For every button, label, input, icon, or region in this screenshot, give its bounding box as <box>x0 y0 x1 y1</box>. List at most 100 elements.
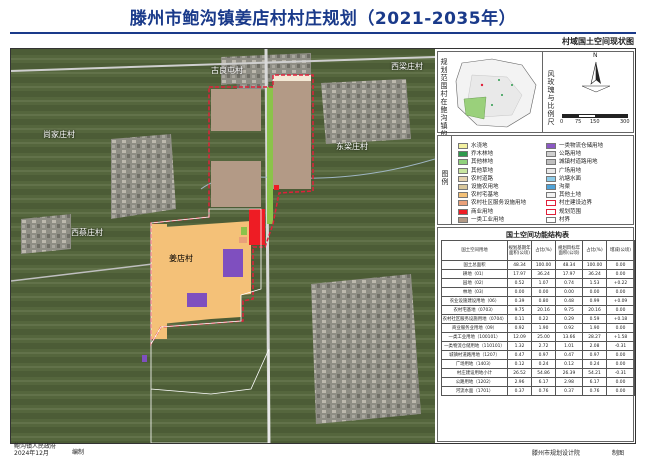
table-cell: 农业设施建设用地（06） <box>441 296 508 306</box>
legend-swatch <box>546 151 556 158</box>
legend-swatch <box>546 200 556 207</box>
footer-date: 2024年12月 <box>14 450 49 457</box>
legend-item: 规划范围 <box>546 208 581 216</box>
legend-item: 坑塘水面 <box>546 175 581 183</box>
legend-item: 设施农用地 <box>458 183 499 191</box>
place-label-xiliangzhuang: 西梁庄村 <box>391 62 423 71</box>
table-cell: 48.34 <box>507 260 532 270</box>
legend-box: 图例 水浇地 一类物流仓储用地 乔木林地 公路用地 其他林地 城镇村道路用地 其他草地 广场用… <box>437 135 634 225</box>
place-label-xicaizhuang: 西蔡庄村 <box>71 228 103 237</box>
map-subtitle: 村域国土空间现状图 <box>562 37 634 46</box>
table-cell: 0.74 <box>555 278 583 288</box>
table-cell: 0.92 <box>507 323 532 333</box>
table-cell: 2.98 <box>555 377 583 387</box>
table-cell: 100.00 <box>582 260 607 270</box>
table-row: 城镇村道路用地（1207） 0.47 0.97 0.47 0.97 0.00 <box>441 350 635 360</box>
table-cell: 0.00 <box>606 377 635 387</box>
legend-label: 农村道路 <box>471 175 494 182</box>
legend-item: 乔木林地 <box>458 150 493 158</box>
table-cell: 1.32 <box>507 341 532 351</box>
table-cell: 6.17 <box>531 377 556 387</box>
place-label-dongliangzhuang: 东梁庄村 <box>336 142 368 151</box>
scale-tick-150: 150 <box>590 119 600 125</box>
legend-label: 一类物流仓储用地 <box>559 143 604 149</box>
footer-role-right: 制图 <box>612 450 625 457</box>
place-label-jiangdian: 姜店村 <box>169 254 193 263</box>
commercial-point <box>274 185 279 190</box>
table-cell: 河流水面（1701） <box>441 386 508 396</box>
table-cell: 0.52 <box>507 278 532 288</box>
table-cell: 0.80 <box>531 296 556 306</box>
table-cell: 0.00 <box>555 287 583 297</box>
table-cell: 林地（03） <box>441 287 508 297</box>
green-strip <box>267 87 273 224</box>
legend-title: 图例 <box>441 170 449 186</box>
table-cell: 0.00 <box>507 287 532 297</box>
table-cell: 1.90 <box>582 323 607 333</box>
legend-label: 城镇村道路用地 <box>559 159 598 166</box>
legend-item: 农村宅基地 <box>458 191 499 199</box>
footer-role-left: 编制 <box>72 449 85 456</box>
legend-swatch <box>458 175 468 182</box>
residential-strip-west <box>151 224 167 339</box>
table-cell: 0.97 <box>582 350 607 360</box>
legend-label: 农村社区服务设施用地 <box>471 200 527 207</box>
industrial-block-ne-1 <box>273 81 311 189</box>
legend-swatch <box>458 192 468 199</box>
legend-item: 其他林地 <box>458 158 493 166</box>
legend-item: 城镇村道路用地 <box>546 158 598 166</box>
table-cell: 0.97 <box>531 350 556 360</box>
legend-item: 其他草地 <box>458 167 493 175</box>
legend-item: 村庄建设边界 <box>546 199 592 207</box>
legend-label: 广场用地 <box>559 167 582 174</box>
footer-org-name: 鲍沟镇人民政府 <box>14 443 57 450</box>
table-cell: 0.00 <box>606 323 635 333</box>
table-cell: 0.12 <box>555 359 583 369</box>
legend-label: 规划范围 <box>559 208 582 215</box>
table-cell: 26.39 <box>555 368 583 378</box>
industrial-block-top <box>273 75 311 81</box>
legend-swatch <box>546 175 556 182</box>
legend-label: 其他林地 <box>471 159 494 166</box>
table-cell: 0.11 <box>507 314 532 324</box>
village-southeast <box>311 274 421 424</box>
industrial-block-w <box>211 161 261 207</box>
table-cell: 0.47 <box>507 350 532 360</box>
panel-divider <box>542 52 543 132</box>
table-cell: 0.76 <box>582 386 607 396</box>
satellite-map[interactable]: 古良屯村 西梁庄村 东梁庄村 尚家庄村 西蔡庄村 姜店村 <box>11 49 435 443</box>
legend-swatch <box>546 216 556 223</box>
compass-icon <box>581 61 611 93</box>
legend-label: 一类工业用地 <box>471 216 505 223</box>
table-header-cell: 占比(%) <box>582 240 607 261</box>
legend-item: 水浇地 <box>458 142 488 150</box>
legend-swatch <box>458 167 468 174</box>
legend-label: 水浇地 <box>471 143 488 149</box>
scale-bar <box>562 114 628 118</box>
table-cell: 国土总面积 <box>441 260 508 270</box>
location-compass-box: 规划范围村在鲍沟镇的位置 风玫瑰与比例尺 N 0 75 150 300 <box>437 51 634 154</box>
table-cell: +0.18 <box>606 314 635 324</box>
table-cell: 0.24 <box>582 359 607 369</box>
legend-label: 乔木林地 <box>471 151 494 158</box>
table-cell: 1.01 <box>555 341 583 351</box>
table-cell: 2.72 <box>531 341 556 351</box>
north-label: N <box>593 52 598 59</box>
table-row: 村庄建设用地小计 26.52 54.86 26.39 54.21 -0.31 <box>441 368 635 378</box>
table-cell: 6.17 <box>582 377 607 387</box>
table-cell: 0.76 <box>531 386 556 396</box>
map-title: 滕州市鲍沟镇姜店村村庄规划（2021-2035年） <box>129 9 517 29</box>
table-cell: -0.31 <box>606 341 635 351</box>
scale-tick-0: 0 <box>560 119 564 125</box>
legend-item: 其他土地 <box>546 191 581 199</box>
table-cell: 2.08 <box>582 341 607 351</box>
table-row: 一类工业用地（100101） 12.09 25.00 13.66 28.27 +1.58 <box>441 332 635 342</box>
table-cell: 0.22 <box>531 314 556 324</box>
table-cell: 17.97 <box>507 269 532 279</box>
table-cell: 0.00 <box>606 260 635 270</box>
table-cell: 54.21 <box>582 368 607 378</box>
table-cell: 0.24 <box>531 359 556 369</box>
legend-swatch <box>458 184 468 190</box>
table-row: 国土总面积 48.34 100.00 48.34 100.00 0.00 <box>441 260 635 270</box>
table-cell: 公路用地（1202） <box>441 377 508 387</box>
